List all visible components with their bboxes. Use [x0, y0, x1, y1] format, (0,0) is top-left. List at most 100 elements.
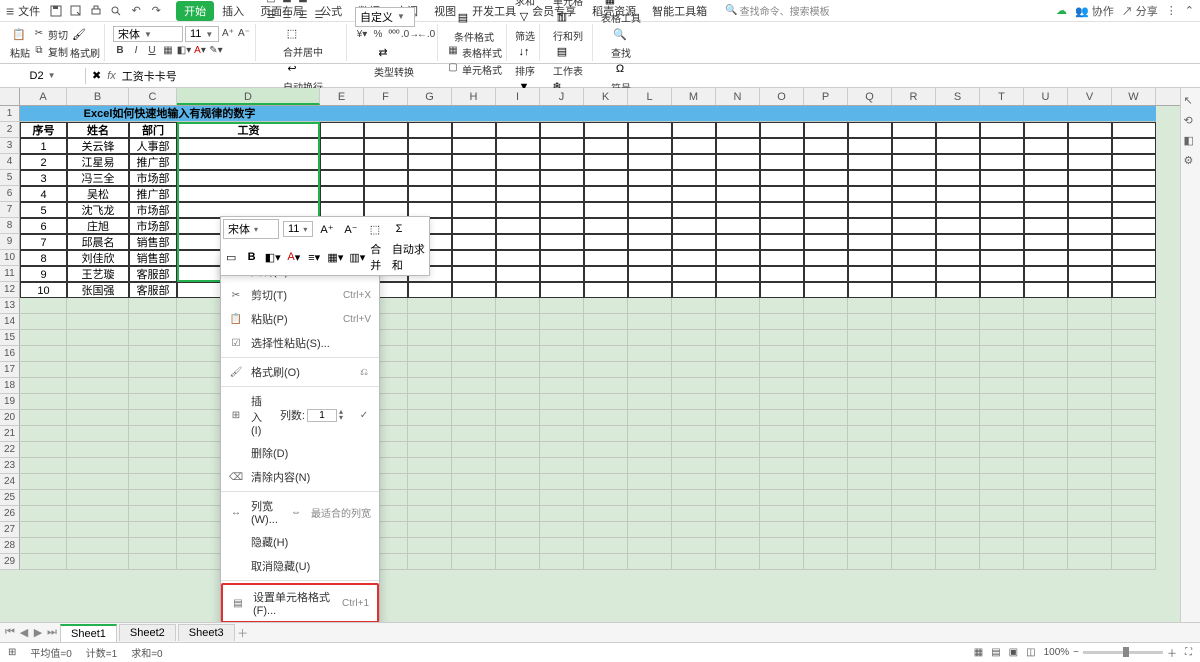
cell[interactable]: [408, 426, 452, 442]
inc-decimal-icon[interactable]: .0→: [403, 28, 417, 42]
ctx-clear[interactable]: ⌫清除内容(N): [221, 465, 379, 489]
cell[interactable]: [804, 330, 848, 346]
cell[interactable]: [1068, 506, 1112, 522]
cell[interactable]: [848, 314, 892, 330]
cell[interactable]: 邱晨名: [67, 234, 129, 250]
cell[interactable]: [672, 538, 716, 554]
cell[interactable]: [804, 282, 848, 298]
cell[interactable]: [1024, 458, 1068, 474]
cell[interactable]: [540, 426, 584, 442]
zoom-in-icon[interactable]: ＋: [1167, 645, 1177, 660]
side-reset-icon[interactable]: ⟲: [1184, 114, 1198, 128]
cell[interactable]: [804, 458, 848, 474]
cell[interactable]: [848, 522, 892, 538]
cell[interactable]: [628, 186, 672, 202]
cell[interactable]: [892, 122, 936, 138]
cell[interactable]: [540, 330, 584, 346]
mini-font-color-icon[interactable]: A▾: [286, 248, 302, 266]
paste-icon[interactable]: 📋: [10, 25, 28, 43]
cell[interactable]: [20, 314, 67, 330]
cell[interactable]: [496, 410, 540, 426]
cell[interactable]: [540, 282, 584, 298]
cell[interactable]: [936, 314, 980, 330]
cell[interactable]: [452, 378, 496, 394]
col-I[interactable]: I: [496, 88, 540, 105]
percent-icon[interactable]: %: [371, 28, 385, 42]
cell[interactable]: [584, 170, 628, 186]
cell[interactable]: 6: [20, 218, 67, 234]
cell[interactable]: 10: [20, 282, 67, 298]
cell[interactable]: [804, 362, 848, 378]
cell[interactable]: [1068, 186, 1112, 202]
cell[interactable]: [1112, 474, 1156, 490]
cell[interactable]: [672, 314, 716, 330]
cell[interactable]: [584, 362, 628, 378]
cell[interactable]: [177, 186, 320, 202]
cell[interactable]: [584, 522, 628, 538]
cell[interactable]: [936, 394, 980, 410]
cell[interactable]: [628, 410, 672, 426]
cell[interactable]: [804, 554, 848, 570]
cell[interactable]: [452, 506, 496, 522]
side-style-icon[interactable]: ◧: [1184, 134, 1198, 148]
cell[interactable]: [848, 218, 892, 234]
row-header[interactable]: 24: [0, 474, 20, 490]
print-icon[interactable]: [88, 3, 104, 19]
cell[interactable]: [1024, 218, 1068, 234]
mini-align-icon[interactable]: ≡▾: [306, 248, 322, 266]
cell[interactable]: [20, 378, 67, 394]
row-header[interactable]: 29: [0, 554, 20, 570]
cell[interactable]: [628, 202, 672, 218]
cell[interactable]: [936, 538, 980, 554]
cell[interactable]: [672, 506, 716, 522]
cell[interactable]: [1112, 138, 1156, 154]
cell[interactable]: [364, 186, 408, 202]
select-all-corner[interactable]: [0, 88, 20, 105]
cell[interactable]: [892, 186, 936, 202]
cell[interactable]: [496, 522, 540, 538]
side-select-icon[interactable]: ↖: [1184, 94, 1198, 108]
cell[interactable]: [804, 410, 848, 426]
typeconv-icon[interactable]: ⇄: [374, 44, 392, 62]
cell[interactable]: [760, 474, 804, 490]
cell[interactable]: [760, 298, 804, 314]
cell[interactable]: [20, 330, 67, 346]
cell[interactable]: [716, 506, 760, 522]
cell[interactable]: [496, 186, 540, 202]
cell[interactable]: [1112, 202, 1156, 218]
cell[interactable]: 姓名: [67, 122, 129, 138]
check-icon[interactable]: ✓: [357, 408, 371, 422]
sheet-tab-1[interactable]: Sheet1: [60, 624, 117, 642]
cell[interactable]: [584, 458, 628, 474]
row-header[interactable]: 8: [0, 218, 20, 234]
cell[interactable]: [496, 330, 540, 346]
cell[interactable]: [672, 202, 716, 218]
cell[interactable]: [628, 346, 672, 362]
cell[interactable]: [1112, 346, 1156, 362]
cell[interactable]: [496, 282, 540, 298]
cell[interactable]: 8: [20, 250, 67, 266]
cell[interactable]: [584, 330, 628, 346]
cell[interactable]: [672, 154, 716, 170]
cell[interactable]: [848, 282, 892, 298]
cell[interactable]: [584, 218, 628, 234]
cell[interactable]: [936, 506, 980, 522]
cell[interactable]: [804, 234, 848, 250]
col-V[interactable]: V: [1068, 88, 1112, 105]
comma-icon[interactable]: ººº: [387, 28, 401, 42]
col-G[interactable]: G: [408, 88, 452, 105]
cell[interactable]: [672, 186, 716, 202]
cell[interactable]: [452, 554, 496, 570]
col-K[interactable]: K: [584, 88, 628, 105]
cell[interactable]: 1: [20, 138, 67, 154]
cell[interactable]: [672, 122, 716, 138]
rowcol-icon[interactable]: ▥: [553, 8, 571, 26]
cell[interactable]: [804, 122, 848, 138]
align-center-icon[interactable]: ☰: [280, 8, 294, 22]
cell[interactable]: 人事部: [129, 138, 177, 154]
cell[interactable]: [892, 522, 936, 538]
cell[interactable]: [1068, 106, 1112, 122]
cell[interactable]: [936, 426, 980, 442]
cell[interactable]: 销售部: [129, 234, 177, 250]
cell[interactable]: [408, 346, 452, 362]
